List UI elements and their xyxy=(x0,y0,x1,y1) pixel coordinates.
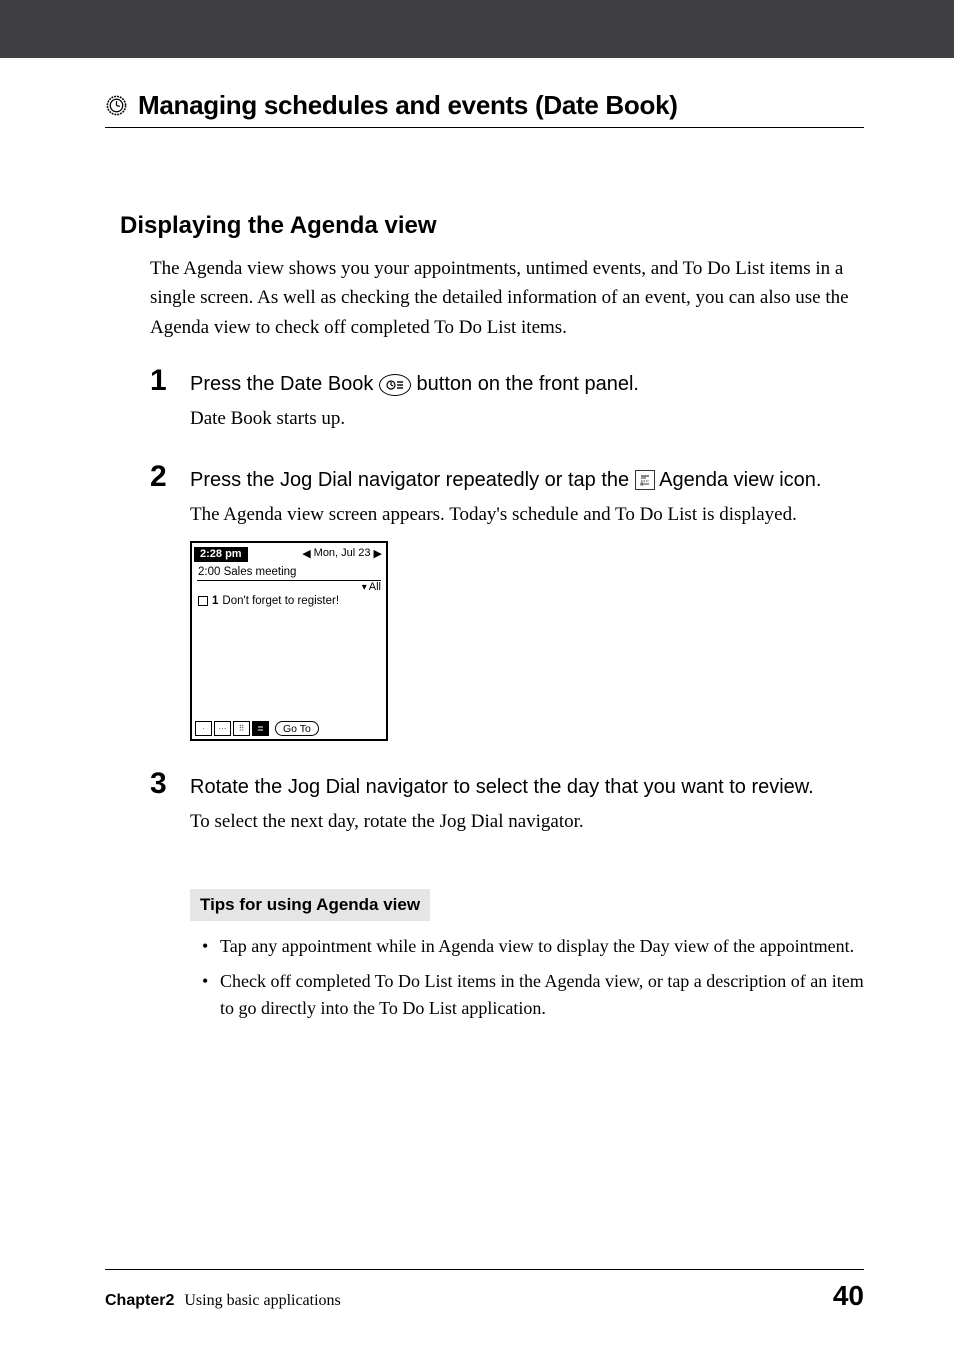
step-instr-pre: Press the Date Book xyxy=(190,373,379,395)
go-to-button[interactable]: Go To xyxy=(275,721,319,736)
tips-list: Tap any appointment while in Agenda view… xyxy=(202,933,864,1022)
step-number: 2 xyxy=(150,462,176,492)
agenda-view-screenshot: 2:28 pm ◀ Mon, Jul 23 ▶ 2:00 Sales meeti… xyxy=(190,541,388,741)
step-body: The Agenda view screen appears. Today's … xyxy=(190,500,864,529)
step-number: 3 xyxy=(150,769,176,799)
tip-item: Check off completed To Do List items in … xyxy=(202,968,864,1022)
chapter-title: Managing schedules and events (Date Book… xyxy=(138,90,678,121)
agenda-view-icon xyxy=(635,470,655,490)
next-day-arrow-icon[interactable]: ▶ xyxy=(374,547,382,560)
tip-item: Tap any appointment while in Agenda view… xyxy=(202,933,864,960)
step-3: 3 Rotate the Jog Dial navigator to selec… xyxy=(150,769,864,836)
footer-subtitle: Using basic applications xyxy=(184,1292,340,1309)
step-2: 2 Press the Jog Dial navigator repeatedl… xyxy=(150,462,864,741)
page-number: 40 xyxy=(833,1280,864,1312)
step-instr-pre: Press the Jog Dial navigator repeatedly … xyxy=(190,469,635,491)
figure-header: 2:28 pm ◀ Mon, Jul 23 ▶ xyxy=(192,543,386,563)
footer-chapter: Chapter2 xyxy=(105,1292,174,1309)
step-instruction: Press the Date Book button on the front … xyxy=(190,370,639,398)
step-body: To select the next day, rotate the Jog D… xyxy=(190,807,864,836)
day-view-button[interactable]: · xyxy=(195,721,212,736)
figure-filter-label: All xyxy=(369,581,381,593)
section-intro: The Agenda view shows you your appointme… xyxy=(150,254,864,342)
week-view-button[interactable]: ⋯ xyxy=(214,721,231,736)
step-instr-post: button on the front panel. xyxy=(417,373,639,395)
figure-time-badge[interactable]: 2:28 pm xyxy=(194,547,248,562)
steps-list: 1 Press the Date Book button on xyxy=(150,366,864,1021)
date-book-button-icon xyxy=(379,374,411,396)
todo-checkbox-icon[interactable] xyxy=(198,596,208,606)
prev-day-arrow-icon[interactable]: ◀ xyxy=(302,547,310,560)
todo-text: Don't forget to register! xyxy=(222,595,339,607)
footer-left: Chapter2 Using basic applications xyxy=(105,1292,341,1310)
step-body: Date Book starts up. xyxy=(190,404,864,433)
tips-heading: Tips for using Agenda view xyxy=(190,889,430,921)
agenda-view-button[interactable]: ≣ xyxy=(252,721,269,736)
top-header-bar xyxy=(0,0,954,58)
figure-appointment[interactable]: 2:00 Sales meeting xyxy=(192,563,386,578)
page-content: Managing schedules and events (Date Book… xyxy=(0,90,954,1022)
figure-date-nav: ◀ Mon, Jul 23 ▶ xyxy=(302,547,386,560)
figure-date-label: Mon, Jul 23 xyxy=(314,547,371,559)
month-view-button[interactable]: ⠿ xyxy=(233,721,250,736)
todo-priority: 1 xyxy=(212,595,218,607)
step-number: 1 xyxy=(150,366,176,396)
date-book-app-icon xyxy=(105,94,128,117)
section-title: Displaying the Agenda view xyxy=(120,212,864,240)
step-1: 1 Press the Date Book button on xyxy=(150,366,864,433)
chapter-heading-row: Managing schedules and events (Date Book… xyxy=(105,90,864,128)
step-instr-post: Agenda view icon. xyxy=(659,469,821,491)
figure-todo-item[interactable]: 1 Don't forget to register! xyxy=(192,593,386,609)
figure-bottom-bar: · ⋯ ⠿ ≣ Go To xyxy=(192,719,386,739)
step-instruction: Rotate the Jog Dial navigator to select … xyxy=(190,773,814,801)
step-instruction: Press the Jog Dial navigator repeatedly … xyxy=(190,466,821,494)
figure-category-filter[interactable]: All xyxy=(192,581,386,593)
step-instr-pre: Rotate the Jog Dial navigator to select … xyxy=(190,776,814,798)
page-footer: Chapter2 Using basic applications 40 xyxy=(105,1269,864,1312)
